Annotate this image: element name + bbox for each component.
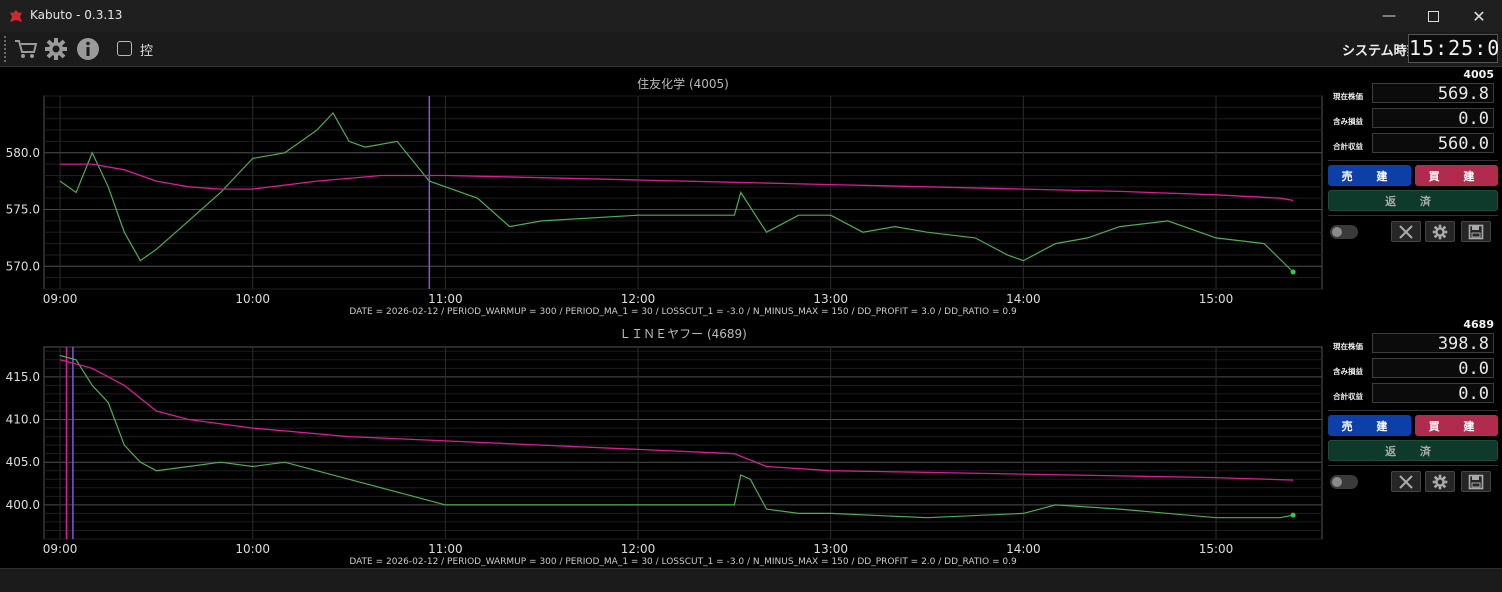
last-price-point [1290, 269, 1296, 275]
divider [1328, 160, 1498, 161]
current-price-value: 398.8 [1372, 333, 1494, 354]
kabuto-logo-icon [10, 10, 22, 22]
divider [1328, 465, 1498, 466]
buy-open-button[interactable]: 買 建 [1415, 415, 1498, 436]
x-tick-label: 10:00 [235, 542, 270, 556]
divider [1328, 410, 1498, 411]
save-button[interactable] [1461, 471, 1491, 492]
unrealized-pl-value: 0.0 [1372, 358, 1494, 379]
auto-toggle[interactable] [1330, 225, 1358, 239]
x-tick-label: 14:00 [1006, 292, 1041, 306]
x-tick-label: 11:00 [428, 542, 463, 556]
current-price-label: 現在株価 [1333, 342, 1363, 351]
save-button[interactable] [1461, 221, 1491, 242]
current-price-value: 569.8 [1372, 83, 1494, 104]
x-tick-label: 12:00 [621, 542, 656, 556]
x-tick-label: 14:00 [1006, 542, 1041, 556]
x-tick-label: 13:00 [813, 542, 848, 556]
close-icon: ✕ [1472, 6, 1486, 26]
repay-button[interactable]: 返 済 [1328, 190, 1498, 211]
y-tick-label: 405.0 [6, 455, 40, 469]
minimize-button[interactable]: — [1366, 0, 1412, 32]
trade-panel-4005: 4005 現在株価 569.8 含み損益 0.0 合計収益 560.0 売 建 … [1323, 66, 1500, 316]
tools-button[interactable] [1391, 221, 1421, 242]
save-icon [1468, 224, 1484, 239]
total-profit-value: 0.0 [1372, 383, 1494, 404]
tools-icon [1399, 474, 1413, 489]
trade-panel-4689: 4689 現在株価 398.8 含み損益 0.0 合計収益 0.0 売 建 買 … [1323, 316, 1500, 566]
chart-parameters: DATE = 2026-02-12 / PERIOD_WARMUP = 300 … [349, 557, 1017, 567]
panel-code: 4689 [1463, 318, 1494, 331]
info-icon[interactable] [75, 36, 101, 62]
repay-button[interactable]: 返 済 [1328, 440, 1498, 461]
status-bar [0, 568, 1502, 592]
y-tick-label: 575.0 [6, 203, 40, 217]
toolbar [0, 32, 1502, 67]
close-button[interactable]: ✕ [1456, 0, 1502, 32]
buy-open-button[interactable]: 買 建 [1415, 165, 1498, 186]
gear-icon [1432, 474, 1448, 489]
maximize-icon [1427, 10, 1439, 22]
y-tick-label: 400.0 [6, 498, 40, 512]
auto-toggle[interactable] [1330, 475, 1358, 489]
save-icon [1468, 474, 1484, 489]
cart-icon[interactable] [13, 36, 39, 62]
x-tick-label: 09:00 [43, 542, 78, 556]
sell-open-button[interactable]: 売 建 [1328, 415, 1411, 436]
settings-button[interactable] [1425, 471, 1455, 492]
maximize-button[interactable] [1410, 0, 1456, 32]
x-tick-label: 15:00 [1199, 292, 1234, 306]
total-profit-label: 合計収益 [1333, 392, 1363, 401]
unrealized-pl-label: 含み損益 [1333, 367, 1363, 376]
tools-icon [1399, 224, 1413, 239]
x-tick-label: 13:00 [813, 292, 848, 306]
minimize-icon: — [1382, 8, 1396, 24]
plot-area [43, 95, 1323, 290]
window-title: Kabuto - 0.3.13 [30, 8, 123, 22]
title-bar: Kabuto - 0.3.13 — ✕ [0, 0, 1502, 33]
control-checkbox[interactable] [117, 41, 132, 56]
x-tick-label: 15:00 [1199, 542, 1234, 556]
y-tick-label: 580.0 [6, 146, 40, 160]
current-price-label: 現在株価 [1333, 92, 1363, 101]
charts-area: 570.0 575.0 580.0 09:00 10:00 11:00 12:00 13:00… [6, 76, 1323, 567]
settings-button[interactable] [1425, 221, 1455, 242]
total-profit-label: 合計収益 [1333, 142, 1363, 151]
y-tick-label: 410.0 [6, 413, 40, 427]
y-tick-label: 415.0 [6, 370, 40, 384]
system-time-display: 15:25:01 [1408, 34, 1502, 63]
x-tick-label: 12:00 [621, 292, 656, 306]
chart-title: ＬＩＮＥヤフー (4689) [619, 327, 747, 341]
sell-open-button[interactable]: 売 建 [1328, 165, 1411, 186]
chart-title: 住友化学 (4005) [637, 76, 729, 91]
gear-icon [1432, 224, 1448, 239]
unrealized-pl-label: 含み損益 [1333, 117, 1363, 126]
last-price-point [1290, 512, 1296, 518]
control-checkbox-label: 控 [140, 44, 154, 59]
tools-button[interactable] [1391, 471, 1421, 492]
total-profit-value: 560.0 [1372, 133, 1494, 154]
gear-icon[interactable] [43, 36, 69, 62]
x-tick-label: 10:00 [235, 292, 270, 306]
chart-parameters: DATE = 2026-02-12 / PERIOD_WARMUP = 300 … [349, 307, 1017, 317]
unrealized-pl-value: 0.0 [1372, 108, 1494, 129]
y-tick-label: 570.0 [6, 259, 40, 273]
x-tick-label: 11:00 [428, 292, 463, 306]
divider [1328, 215, 1498, 216]
x-tick-label: 09:00 [43, 292, 78, 306]
toolbar-grip[interactable] [4, 36, 8, 62]
panel-code: 4005 [1463, 68, 1494, 81]
